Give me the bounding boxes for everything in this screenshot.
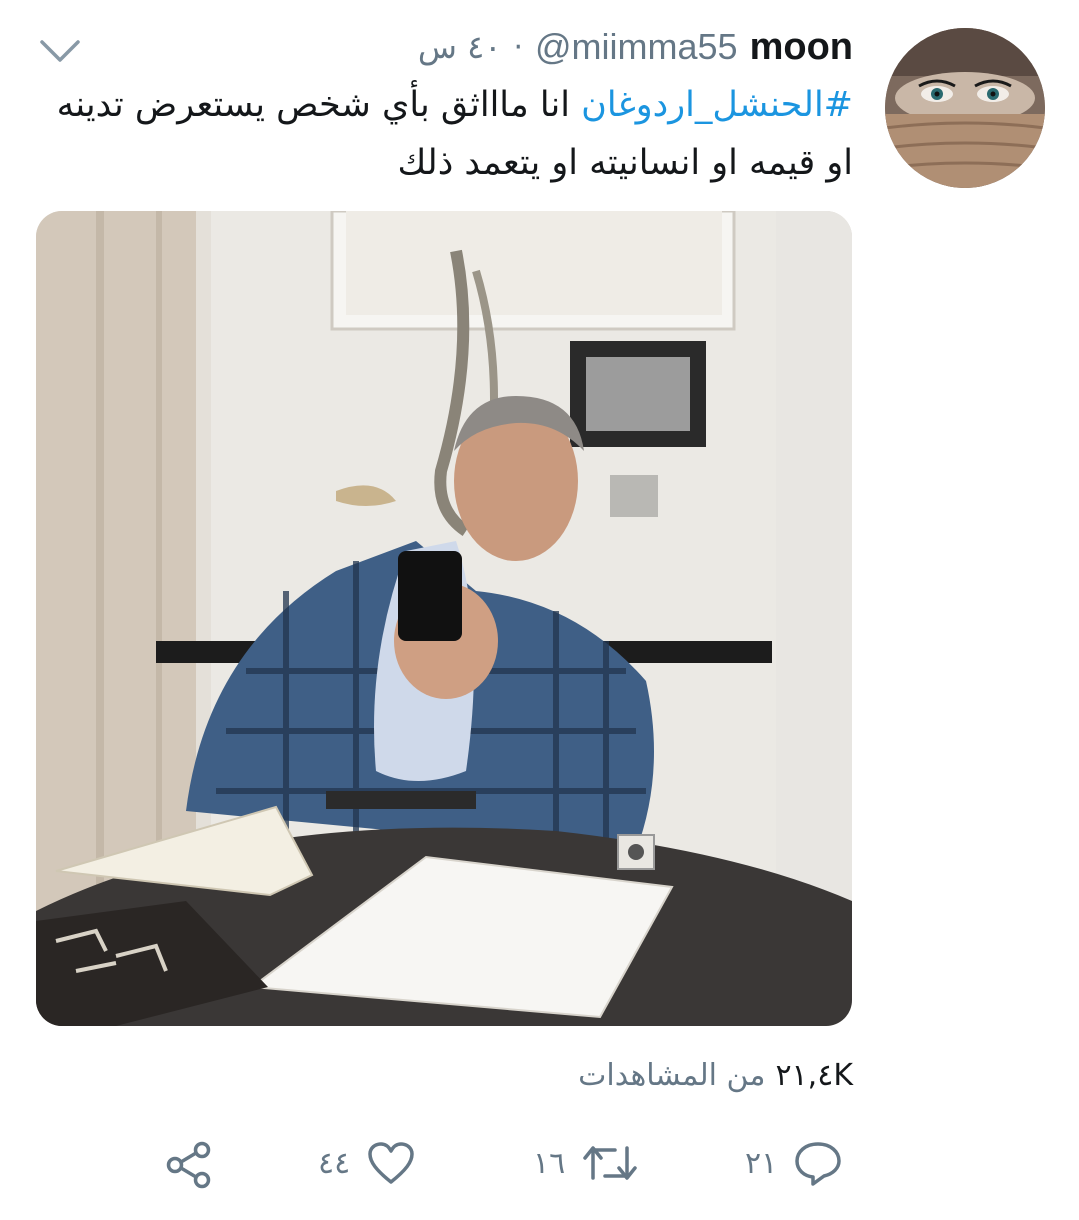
tweet-options-caret[interactable] xyxy=(38,36,82,66)
display-name[interactable]: moon xyxy=(750,26,853,69)
hashtag-link[interactable]: #الحنشل_اردوغان xyxy=(581,85,853,125)
retweet-icon xyxy=(583,1146,637,1180)
retweet-button[interactable]: ١٦ xyxy=(533,1140,639,1186)
tweet-media-video[interactable] xyxy=(36,211,852,1026)
share-icon xyxy=(166,1141,211,1189)
views-count[interactable]: ٢١,٤K من المشاهدات xyxy=(578,1058,853,1093)
avatar-image xyxy=(885,28,1045,188)
separator-dot: · xyxy=(513,29,523,65)
reply-icon xyxy=(795,1142,841,1186)
views-number: ٢١,٤K xyxy=(775,1058,853,1093)
tweet-text: #الحنشل_اردوغان انا ماااثق بأي شخص يستعر… xyxy=(33,76,853,192)
share-button[interactable] xyxy=(164,1140,214,1190)
tweet-actions-bar: ٢١ ١٦ ٤٤ xyxy=(0,1132,1079,1192)
heart-icon xyxy=(368,1142,414,1184)
like-count: ٤٤ xyxy=(318,1145,351,1181)
views-label: من المشاهدات xyxy=(578,1058,766,1093)
retweet-count: ١٦ xyxy=(533,1145,566,1181)
user-handle[interactable]: @miimma55 xyxy=(535,26,738,68)
like-button[interactable]: ٤٤ xyxy=(318,1140,416,1186)
chevron-down-icon xyxy=(40,40,80,62)
reply-button[interactable]: ٢١ xyxy=(745,1140,843,1186)
video-thumbnail xyxy=(36,211,852,1026)
reply-count: ٢١ xyxy=(745,1145,778,1181)
tweet-time[interactable]: ٤٠ س xyxy=(418,28,502,66)
avatar[interactable] xyxy=(885,28,1045,188)
tweet-header: moon @miimma55 · ٤٠ س xyxy=(418,24,853,70)
